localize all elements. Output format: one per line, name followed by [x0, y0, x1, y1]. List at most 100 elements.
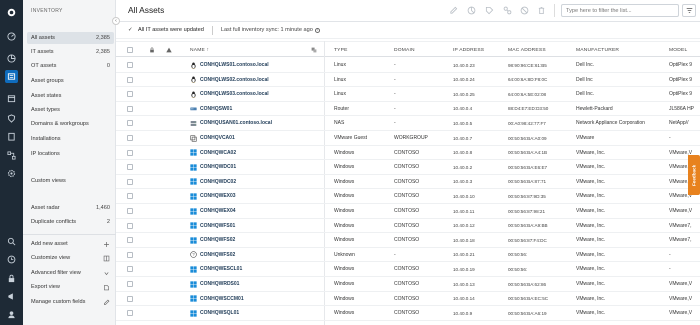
lock-icon[interactable] [5, 272, 18, 285]
table-row[interactable]: CONHQWESCL01 Windows CONTOSO 10.40.0.19 00:5… [116, 262, 700, 277]
settings-icon[interactable] [5, 167, 18, 180]
delete-icon[interactable] [537, 6, 546, 15]
cell-name[interactable]: CONHQWDC01 [200, 160, 320, 174]
add-new-asset-button[interactable]: Add new asset [27, 238, 114, 250]
history-icon[interactable] [5, 253, 18, 266]
cell-name[interactable]: CONHQWSCCM01 [200, 292, 320, 306]
row-checkbox[interactable] [127, 135, 133, 141]
info-icon[interactable]: i [314, 27, 320, 33]
warning-column-icon[interactable] [166, 42, 172, 58]
row-checkbox[interactable] [127, 208, 133, 214]
relation-icon[interactable] [503, 6, 512, 15]
tag-icon[interactable] [485, 6, 494, 15]
table-row[interactable]: ? CONHQWFS02 Unknown - 10.40.0.21 00:50:56: VM… [116, 248, 700, 263]
table-row[interactable]: CONHQWEX03 Windows CONTOSO 10.40.0.10 00:50:… [116, 189, 700, 204]
column-header-domain[interactable]: DOMAIN [394, 42, 415, 58]
select-all-checkbox[interactable] [127, 46, 133, 53]
table-row[interactable]: CONHQWSCCM01 Windows CONTOSO 10.40.0.14 00:5… [116, 292, 700, 307]
cell-name[interactable]: CONHQWFS02 [200, 248, 320, 262]
row-checkbox[interactable] [127, 105, 133, 112]
export-view-button[interactable]: Export view [27, 281, 114, 293]
clipboard-icon[interactable] [5, 130, 18, 143]
column-menu-icon[interactable] [311, 42, 317, 58]
panel-item-installations[interactable]: Installations [27, 133, 114, 145]
row-checkbox[interactable] [127, 237, 133, 244]
locked-column-icon[interactable] [149, 42, 155, 58]
cell-name[interactable]: CONHQWFS02 [200, 233, 320, 247]
panel-item-asset-groups[interactable]: Asset groups [27, 75, 114, 87]
filter-search-input[interactable] [561, 4, 679, 17]
shield-icon[interactable] [5, 112, 18, 125]
panel-item-asset-states[interactable]: Asset states [27, 90, 114, 102]
table-row[interactable]: CONHQUSAN01.contoso.local NAS - 10.40.0.5 00… [116, 116, 700, 131]
row-checkbox[interactable] [127, 91, 133, 98]
row-checkbox[interactable] [127, 222, 133, 229]
table-row[interactable]: CONHQWCA02 Windows CONTOSO 10.40.0.8 00:50:5… [116, 146, 700, 161]
user-avatar-icon[interactable] [5, 308, 18, 321]
cell-name[interactable]: CONHQWSQL01 [200, 306, 320, 320]
collapse-panel-button[interactable]: ‹ [112, 17, 120, 25]
table-row[interactable]: CONHQWDC01 Windows CONTOSO 10.40.0.2 00:50:5… [116, 160, 700, 175]
row-checkbox[interactable] [127, 164, 133, 171]
cell-name[interactable]: CONHQLWS02.contoso.local [200, 73, 320, 87]
table-row[interactable]: CONHQWDC02 Windows CONTOSO 10.40.0.3 00:50:5… [116, 175, 700, 190]
column-header-mac[interactable]: MAC ADDRESS [508, 42, 546, 58]
table-row[interactable]: CONHQLWS01.contoso.local Linux - 10.40.0.23… [116, 58, 700, 73]
cell-name[interactable]: CONHQWEX04 [200, 204, 320, 218]
inventory-icon[interactable] [5, 70, 18, 83]
column-header-model[interactable]: MODEL [669, 42, 687, 58]
edit-icon[interactable] [449, 6, 458, 15]
feedback-tab[interactable]: Feedback [688, 155, 700, 195]
dashboard-icon[interactable] [5, 30, 18, 43]
row-checkbox[interactable] [127, 120, 133, 127]
table-row[interactable]: CONHQWSQL01 Windows CONTOSO 10.40.0.9 00:50:… [116, 306, 700, 321]
table-row[interactable]: CONHQLWS02.contoso.local Linux - 10.40.0.24… [116, 73, 700, 88]
filter-button[interactable] [682, 4, 696, 17]
row-checkbox[interactable] [127, 295, 133, 302]
column-header-manufacturer[interactable]: MANUFACTURER [576, 42, 619, 58]
column-header-name[interactable]: NAME ↑ [190, 42, 209, 58]
row-checkbox[interactable] [127, 62, 133, 68]
panel-item-all-assets[interactable]: All assets 2,385 [27, 32, 114, 44]
row-checkbox[interactable] [127, 76, 133, 83]
panel-item-ip-locations[interactable]: IP locations [27, 148, 114, 160]
manage-custom-fields-button[interactable]: Manage custom fields [27, 296, 114, 308]
row-checkbox[interactable] [127, 251, 133, 258]
scan-icon[interactable] [467, 6, 476, 15]
panel-item-domains-workgroups[interactable]: Domains & workgroups [27, 118, 114, 130]
search-icon[interactable] [5, 235, 18, 248]
table-row[interactable]: CONHQWRDS01 Windows CONTOSO 10.40.0.13 00:50… [116, 277, 700, 292]
panel-item-duplicate-conflicts[interactable]: Duplicate conflicts 2 [27, 216, 114, 228]
cell-name[interactable]: CONHQSW01 [200, 102, 320, 116]
row-checkbox[interactable] [127, 193, 133, 200]
row-checkbox[interactable] [127, 310, 133, 317]
table-row[interactable]: CONHQWEX04 Windows CONTOSO 10.40.0.11 00:50:… [116, 204, 700, 219]
cell-name[interactable]: CONHQWCA02 [200, 146, 320, 160]
column-header-type[interactable]: TYPE [334, 42, 348, 58]
table-row[interactable]: CONHQWFS01 Windows CONTOSO 10.40.0.12 00:50:… [116, 219, 700, 234]
cell-name[interactable]: CONHQWEX03 [200, 189, 320, 203]
cell-name[interactable]: CONHQWESCL01 [200, 262, 320, 276]
diagram-icon[interactable] [5, 149, 18, 162]
reports-icon[interactable] [5, 52, 18, 65]
block-icon[interactable] [520, 6, 529, 15]
customize-view-button[interactable]: Customize view [27, 252, 114, 264]
cell-name[interactable]: CONHQVCA01 [200, 131, 320, 145]
table-row[interactable]: CONHQWFS02 Windows CONTOSO 10.40.0.18 00:50:… [116, 233, 700, 248]
column-header-ip[interactable]: IP ADDRESS [453, 42, 484, 58]
advanced-filter-view-button[interactable]: Advanced filter view [27, 267, 114, 279]
row-checkbox[interactable] [127, 281, 133, 287]
cell-name[interactable]: CONHQLWS01.contoso.local [200, 58, 320, 72]
cell-name[interactable]: CONHQUSAN01.contoso.local [200, 116, 320, 130]
row-checkbox[interactable] [127, 149, 133, 156]
table-row[interactable]: CONHQLWS03.contoso.local Linux - 10.40.0.25… [116, 87, 700, 102]
panel-item-custom-views[interactable]: Custom views [27, 175, 114, 187]
panel-item-ot-assets[interactable]: OT assets 0 [27, 60, 114, 72]
lansweeper-logo-icon[interactable] [5, 6, 18, 19]
panel-item-asset-radar[interactable]: Asset radar 1,460 [27, 202, 114, 214]
cell-name[interactable]: CONHQWFS01 [200, 219, 320, 233]
row-checkbox[interactable] [127, 178, 133, 185]
table-row[interactable]: CONHQSW01 Router - 10.40.0.4 88:D4:E7:ED:D3:… [116, 102, 700, 117]
cell-name[interactable]: CONHQWRDS01 [200, 277, 320, 291]
cell-name[interactable]: CONHQWDC02 [200, 175, 320, 189]
